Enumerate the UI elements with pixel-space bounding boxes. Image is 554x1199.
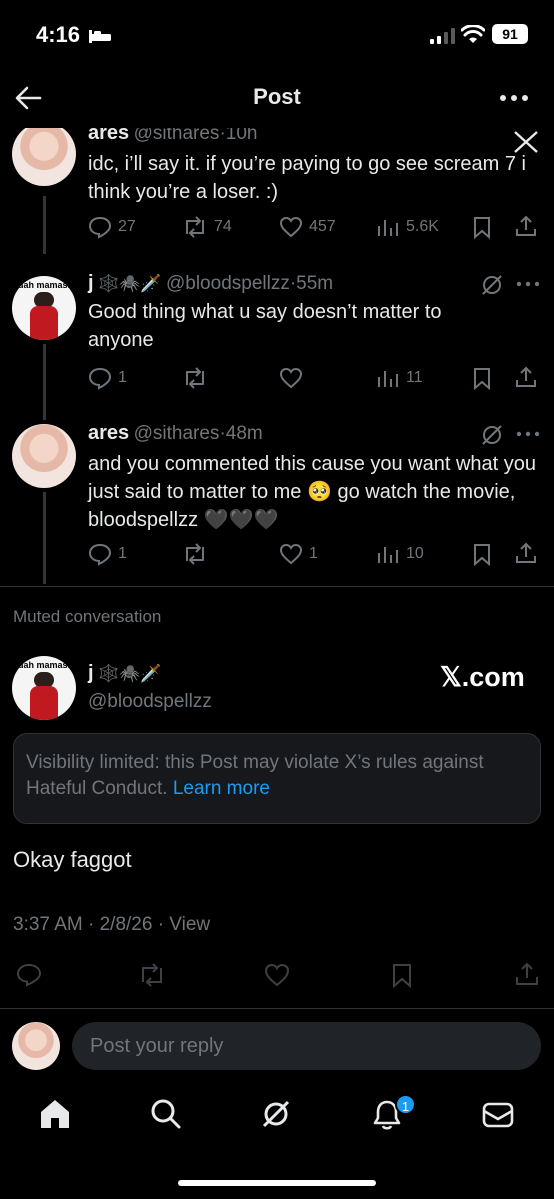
- like-icon: [279, 543, 303, 565]
- post-author-handle: @bloodspellzz: [88, 691, 212, 712]
- bookmark-icon[interactable]: [470, 215, 494, 239]
- like-count: 1: [309, 545, 318, 562]
- avatar[interactable]: dah mamasi: [12, 276, 76, 340]
- name-emoji: 🕸️🕷️🗡️: [98, 274, 162, 293]
- like-icon: [279, 216, 303, 238]
- post-time: 55m: [296, 273, 334, 294]
- cellular-signal-icon: [430, 28, 455, 44]
- post-author-name[interactable]: j: [88, 272, 94, 294]
- like-button[interactable]: [279, 366, 309, 390]
- repost-icon: [186, 216, 204, 238]
- views-button[interactable]: 10: [376, 542, 424, 566]
- status-time: 4:16: [36, 22, 81, 47]
- divider: [0, 586, 554, 587]
- watermark: 𝕏.com: [440, 662, 525, 692]
- views-count: 5.6K: [406, 218, 439, 235]
- repost-button[interactable]: 74: [182, 215, 232, 239]
- reply-count: 1: [118, 545, 127, 562]
- views-button[interactable]: 5.6K: [376, 215, 439, 239]
- thread-line: [43, 196, 46, 254]
- like-count: 457: [309, 218, 336, 235]
- share-icon[interactable]: [514, 541, 538, 565]
- post-text: Good thing what u say doesn’t matter to …: [88, 301, 442, 351]
- post-text: and you commented this cause you want wh…: [88, 453, 537, 531]
- views-count: 10: [406, 545, 424, 562]
- post-author-handle: @sithares: [133, 128, 220, 144]
- post-text: idc, i’ll say it. if you’re paying to go…: [88, 153, 526, 203]
- post-author-handle: @bloodspellzz: [165, 273, 290, 294]
- reply-button[interactable]: 1: [88, 366, 127, 390]
- like-button[interactable]: 1: [279, 542, 318, 566]
- grok-icon[interactable]: [260, 1098, 292, 1130]
- like-icon[interactable]: [264, 962, 290, 988]
- repost-icon[interactable]: [138, 962, 166, 988]
- post-author-name[interactable]: j: [88, 662, 94, 684]
- post-meta: 3:37 AM · 2/8/26 · View: [13, 914, 211, 935]
- learn-more-link[interactable]: Learn more: [173, 778, 270, 799]
- views-icon: [378, 547, 398, 563]
- black-hearts-emoji: 🖤🖤🖤: [203, 509, 279, 531]
- search-icon[interactable]: [150, 1098, 182, 1130]
- share-icon[interactable]: [514, 961, 540, 987]
- reply-icon: [88, 543, 112, 566]
- post-author-name[interactable]: ares: [88, 128, 129, 144]
- repost-count: 74: [214, 218, 232, 235]
- thread-line: [43, 344, 46, 420]
- reply-count: 1: [118, 369, 127, 386]
- avatar-caption: dah mamasi: [17, 660, 71, 670]
- reply-icon[interactable]: [16, 962, 42, 988]
- like-button[interactable]: 457: [279, 215, 336, 239]
- repost-button[interactable]: [182, 366, 214, 390]
- views-icon: [378, 371, 398, 387]
- notifications-badge: 1: [395, 1094, 416, 1115]
- repost-icon: [186, 543, 204, 565]
- views-icon: [378, 220, 398, 236]
- reply-icon: [88, 216, 112, 239]
- reply-button[interactable]: 1: [88, 542, 127, 566]
- post-author-name[interactable]: ares: [88, 422, 129, 444]
- like-icon: [279, 367, 303, 389]
- avatar-caption: dah mamasi: [17, 280, 71, 290]
- bookmark-icon[interactable]: [470, 542, 494, 566]
- share-icon[interactable]: [514, 214, 538, 238]
- bookmark-icon[interactable]: [470, 366, 494, 390]
- grok-icon[interactable]: [480, 273, 504, 297]
- reply-button[interactable]: 27: [88, 215, 136, 239]
- reply-icon: [88, 367, 112, 390]
- bookmark-icon[interactable]: [390, 962, 414, 988]
- wifi-icon: [461, 25, 485, 43]
- more-icon[interactable]: [516, 280, 540, 288]
- avatar[interactable]: [12, 424, 76, 488]
- more-icon[interactable]: [516, 430, 540, 438]
- grok-icon[interactable]: [480, 423, 504, 447]
- page-title: Post: [253, 84, 301, 109]
- views-count: 11: [406, 369, 423, 386]
- sleep-mode-icon: [89, 30, 111, 43]
- avatar[interactable]: dah mamasi: [12, 656, 76, 720]
- home-icon[interactable]: [38, 1098, 72, 1130]
- post-time: 48m: [225, 423, 263, 444]
- muted-conversation-label: Muted conversation: [13, 607, 162, 626]
- home-indicator: [178, 1180, 376, 1186]
- post-time: 10h: [225, 128, 258, 144]
- name-emoji: 🕸️🕷️🗡️: [98, 664, 162, 683]
- visibility-limited-notice: Visibility limited: this Post may violat…: [13, 733, 541, 824]
- more-icon[interactable]: [499, 93, 529, 103]
- battery-indicator: 91: [492, 24, 528, 44]
- messages-icon[interactable]: [482, 1100, 514, 1130]
- reply-input[interactable]: Post your reply: [72, 1022, 541, 1070]
- avatar[interactable]: [12, 128, 76, 186]
- repost-button[interactable]: [182, 542, 214, 566]
- reply-count: 27: [118, 218, 136, 235]
- repost-icon: [186, 367, 204, 389]
- avatar: [12, 1022, 60, 1070]
- thread-line: [43, 492, 46, 584]
- main-post-text: Okay faggot: [13, 847, 132, 872]
- views-button[interactable]: 11: [376, 366, 423, 390]
- pleading-emoji: 🥺: [306, 481, 332, 503]
- post-author-handle: @sithares: [133, 423, 220, 444]
- share-icon[interactable]: [514, 365, 538, 389]
- divider: [0, 1008, 554, 1009]
